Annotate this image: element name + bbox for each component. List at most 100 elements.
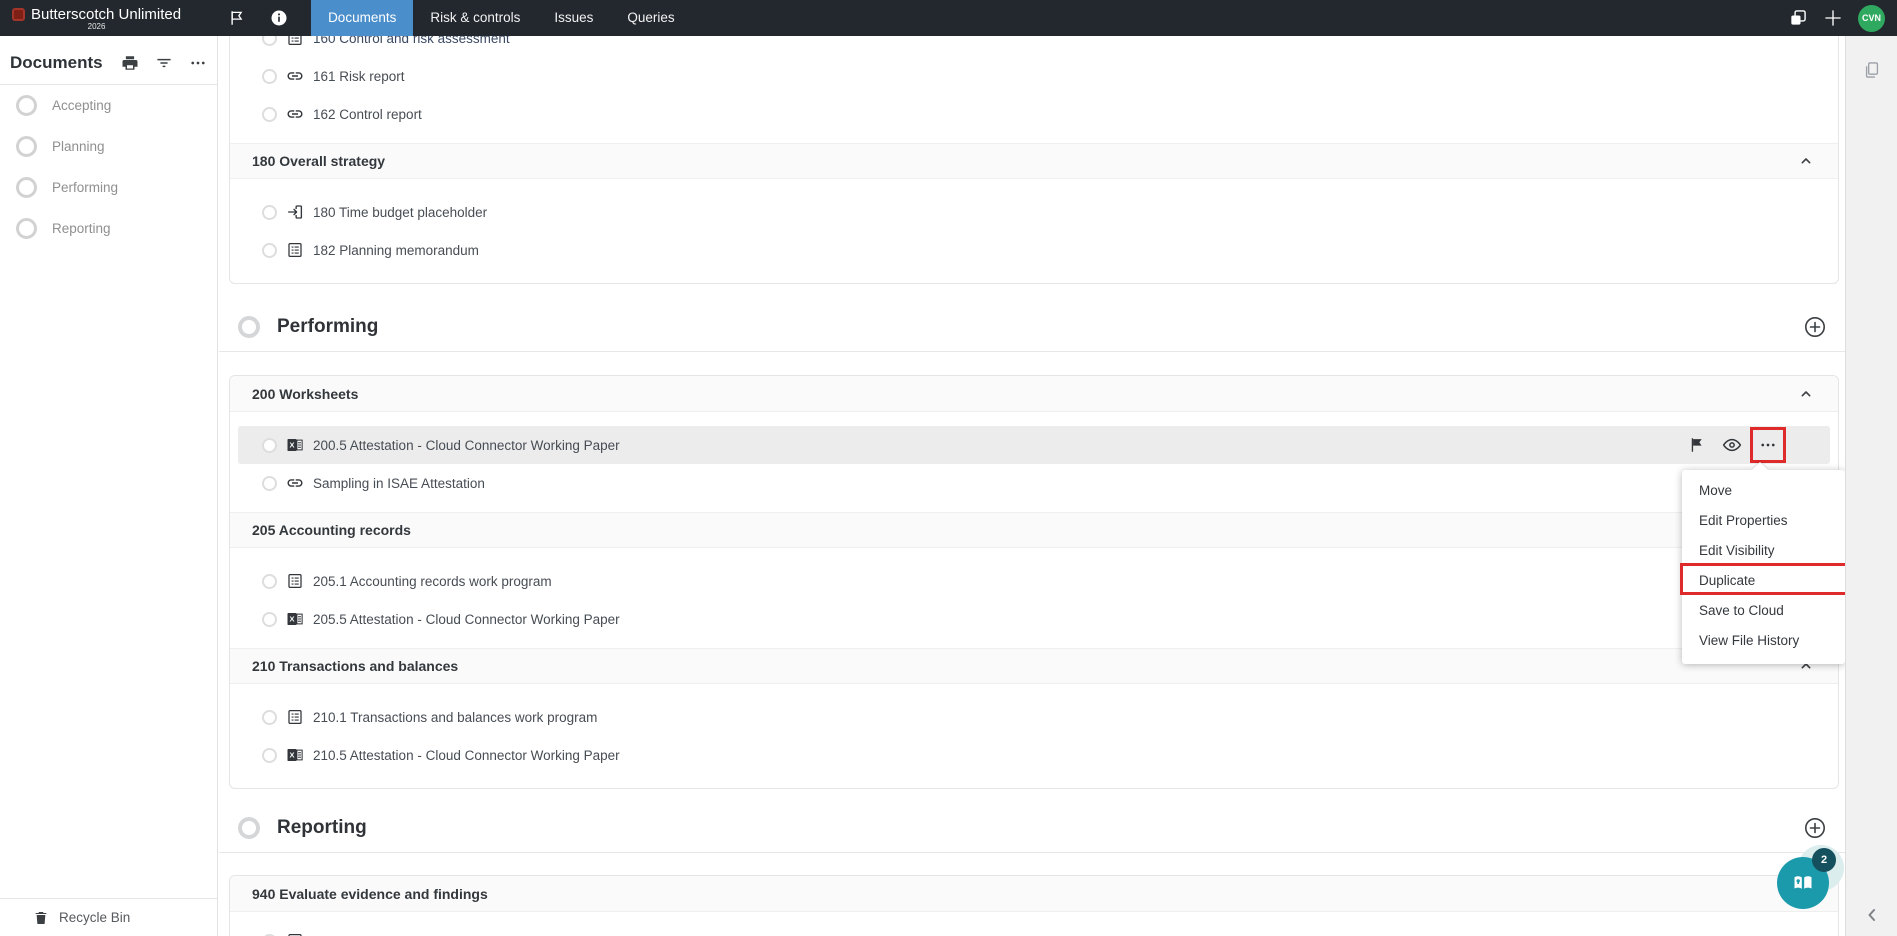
right-utility-rail — [1845, 36, 1897, 936]
row-checkbox[interactable] — [262, 574, 277, 589]
user-avatar[interactable]: CVN — [1858, 5, 1885, 32]
context-menu-caret — [1752, 462, 1768, 470]
document-link[interactable]: 210.1 Transactions and balances work pro… — [313, 710, 597, 725]
document-row[interactable]: 180 Time budget placeholder — [238, 193, 1830, 231]
windows-icon[interactable] — [1788, 8, 1808, 28]
sidebar-item-accepting[interactable]: Accepting — [0, 85, 217, 126]
sign-off-flag-icon[interactable] — [1688, 436, 1706, 454]
document-link[interactable]: 210.5 Attestation - Cloud Connector Work… — [313, 748, 620, 763]
recycle-bin[interactable]: Recycle Bin — [0, 898, 217, 936]
document-link[interactable]: 161 Risk report — [313, 69, 405, 84]
menu-item-move[interactable]: Move — [1682, 476, 1845, 506]
phase-heading-performing: Performing — [219, 303, 1845, 352]
row-more-options-icon[interactable] — [1759, 436, 1777, 454]
documents-sidebar: Documents Accepting Planning Performing … — [0, 36, 218, 936]
row-checkbox[interactable] — [262, 748, 277, 763]
phase-status-circle[interactable] — [238, 316, 260, 338]
document-row[interactable]: 210.1 Transactions and balances work pro… — [238, 698, 1830, 736]
phase-status-circle — [16, 95, 37, 116]
folder-header-210[interactable]: 210 Transactions and balances — [230, 648, 1838, 684]
svg-text:X: X — [289, 441, 294, 450]
row-checkbox[interactable] — [262, 612, 277, 627]
document-link[interactable]: 200.5 Attestation - Cloud Connector Work… — [313, 438, 620, 453]
document-row[interactable]: Sampling in ISAE Attestation — [238, 464, 1830, 502]
sidebar-item-performing[interactable]: Performing — [0, 167, 217, 208]
sidebar-item-planning[interactable]: Planning — [0, 126, 217, 167]
document-row-selected[interactable]: X 200.5 Attestation - Cloud Connector Wo… — [238, 426, 1830, 464]
more-options-icon[interactable] — [189, 52, 207, 74]
menu-item-view-file-history[interactable]: View File History — [1682, 626, 1845, 656]
add-document-icon[interactable] — [1803, 315, 1827, 339]
document-row-partial[interactable]: 940.1 — [238, 922, 1830, 936]
folder-title: 200 Worksheets — [252, 386, 358, 402]
folder-title: 210 Transactions and balances — [252, 658, 458, 674]
document-link[interactable]: Sampling in ISAE Attestation — [313, 476, 485, 491]
tab-queries[interactable]: Queries — [610, 0, 691, 36]
menu-item-edit-properties[interactable]: Edit Properties — [1682, 506, 1845, 536]
phase-status-circle[interactable] — [238, 817, 260, 839]
entity-name: Butterscotch Unlimited — [31, 6, 181, 23]
top-nav-bar: Butterscotch Unlimited 2026 Documents Ri… — [0, 0, 1897, 36]
performing-documents-card: 200 Worksheets X 200.5 Attestation - Clo… — [229, 375, 1839, 789]
row-checkbox[interactable] — [262, 107, 277, 122]
document-link[interactable]: 162 Control report — [313, 107, 422, 122]
row-checkbox[interactable] — [262, 438, 277, 453]
visibility-eye-icon[interactable] — [1722, 435, 1742, 455]
document-link[interactable]: 205.5 Attestation - Cloud Connector Work… — [313, 612, 620, 627]
flag-icon[interactable] — [227, 8, 247, 28]
document-row[interactable]: 205.1 Accounting records work program — [238, 562, 1830, 600]
tab-risk-controls[interactable]: Risk & controls — [413, 0, 537, 36]
svg-text:X: X — [289, 751, 294, 760]
add-icon[interactable] — [1823, 8, 1843, 28]
row-checkbox[interactable] — [262, 710, 277, 725]
document-link[interactable]: 205.1 Accounting records work program — [313, 574, 552, 589]
print-icon[interactable] — [121, 52, 139, 74]
phase-status-circle — [16, 218, 37, 239]
menu-item-duplicate[interactable]: Duplicate — [1682, 566, 1845, 596]
guide-book-icon — [1791, 871, 1815, 895]
phase-title: Reporting — [277, 817, 367, 839]
tab-issues[interactable]: Issues — [537, 0, 610, 36]
collapse-panel-chevron-icon[interactable] — [1862, 905, 1882, 925]
document-link[interactable]: 182 Planning memorandum — [313, 243, 479, 258]
document-row[interactable]: X 205.5 Attestation - Cloud Connector Wo… — [238, 600, 1830, 638]
recycle-bin-label: Recycle Bin — [59, 910, 130, 925]
row-checkbox[interactable] — [262, 243, 277, 258]
tab-documents[interactable]: Documents — [311, 0, 413, 36]
add-document-icon[interactable] — [1803, 816, 1827, 840]
work-program-icon — [286, 572, 304, 590]
entity-year: 2026 — [88, 22, 106, 31]
folder-header-200[interactable]: 200 Worksheets — [230, 376, 1838, 412]
chevron-up-icon[interactable] — [1798, 153, 1814, 169]
menu-item-save-to-cloud[interactable]: Save to Cloud — [1682, 596, 1845, 626]
row-checkbox[interactable] — [262, 476, 277, 491]
row-checkbox[interactable] — [262, 36, 277, 46]
excel-icon: X — [286, 610, 304, 628]
chevron-up-icon[interactable] — [1798, 386, 1814, 402]
info-icon[interactable] — [269, 8, 289, 28]
document-row[interactable]: X 210.5 Attestation - Cloud Connector Wo… — [238, 736, 1830, 774]
menu-item-edit-visibility[interactable]: Edit Visibility — [1682, 536, 1845, 566]
excel-icon: X — [286, 746, 304, 764]
folder-header-940[interactable]: 940 Evaluate evidence and findings — [230, 876, 1838, 912]
document-row[interactable]: 161 Risk report — [238, 57, 1830, 95]
entity-brand[interactable]: Butterscotch Unlimited 2026 — [12, 6, 181, 31]
row-checkbox[interactable] — [262, 205, 277, 220]
document-link[interactable]: 180 Time budget placeholder — [313, 205, 487, 220]
row-checkbox[interactable] — [262, 69, 277, 84]
folder-header-180[interactable]: 180 Overall strategy — [230, 143, 1838, 179]
documents-panel-icon[interactable] — [1862, 60, 1882, 80]
sidebar-item-reporting[interactable]: Reporting — [0, 208, 217, 249]
folder-header-205[interactable]: 205 Accounting records — [230, 512, 1838, 548]
work-program-icon — [286, 932, 304, 936]
phase-status-circle — [16, 136, 37, 157]
document-row[interactable]: 182 Planning memorandum — [238, 231, 1830, 269]
helper-notification-badge: 2 — [1812, 848, 1836, 872]
link-icon — [286, 105, 304, 123]
document-link[interactable]: 160 Control and risk assessment — [313, 36, 510, 46]
document-row-partial[interactable]: 160 Control and risk assessment — [238, 36, 1830, 57]
annotation-red-box-ellipsis — [1750, 427, 1786, 463]
work-program-icon — [286, 708, 304, 726]
filter-icon[interactable] — [155, 52, 173, 74]
document-row[interactable]: 162 Control report — [238, 95, 1830, 133]
